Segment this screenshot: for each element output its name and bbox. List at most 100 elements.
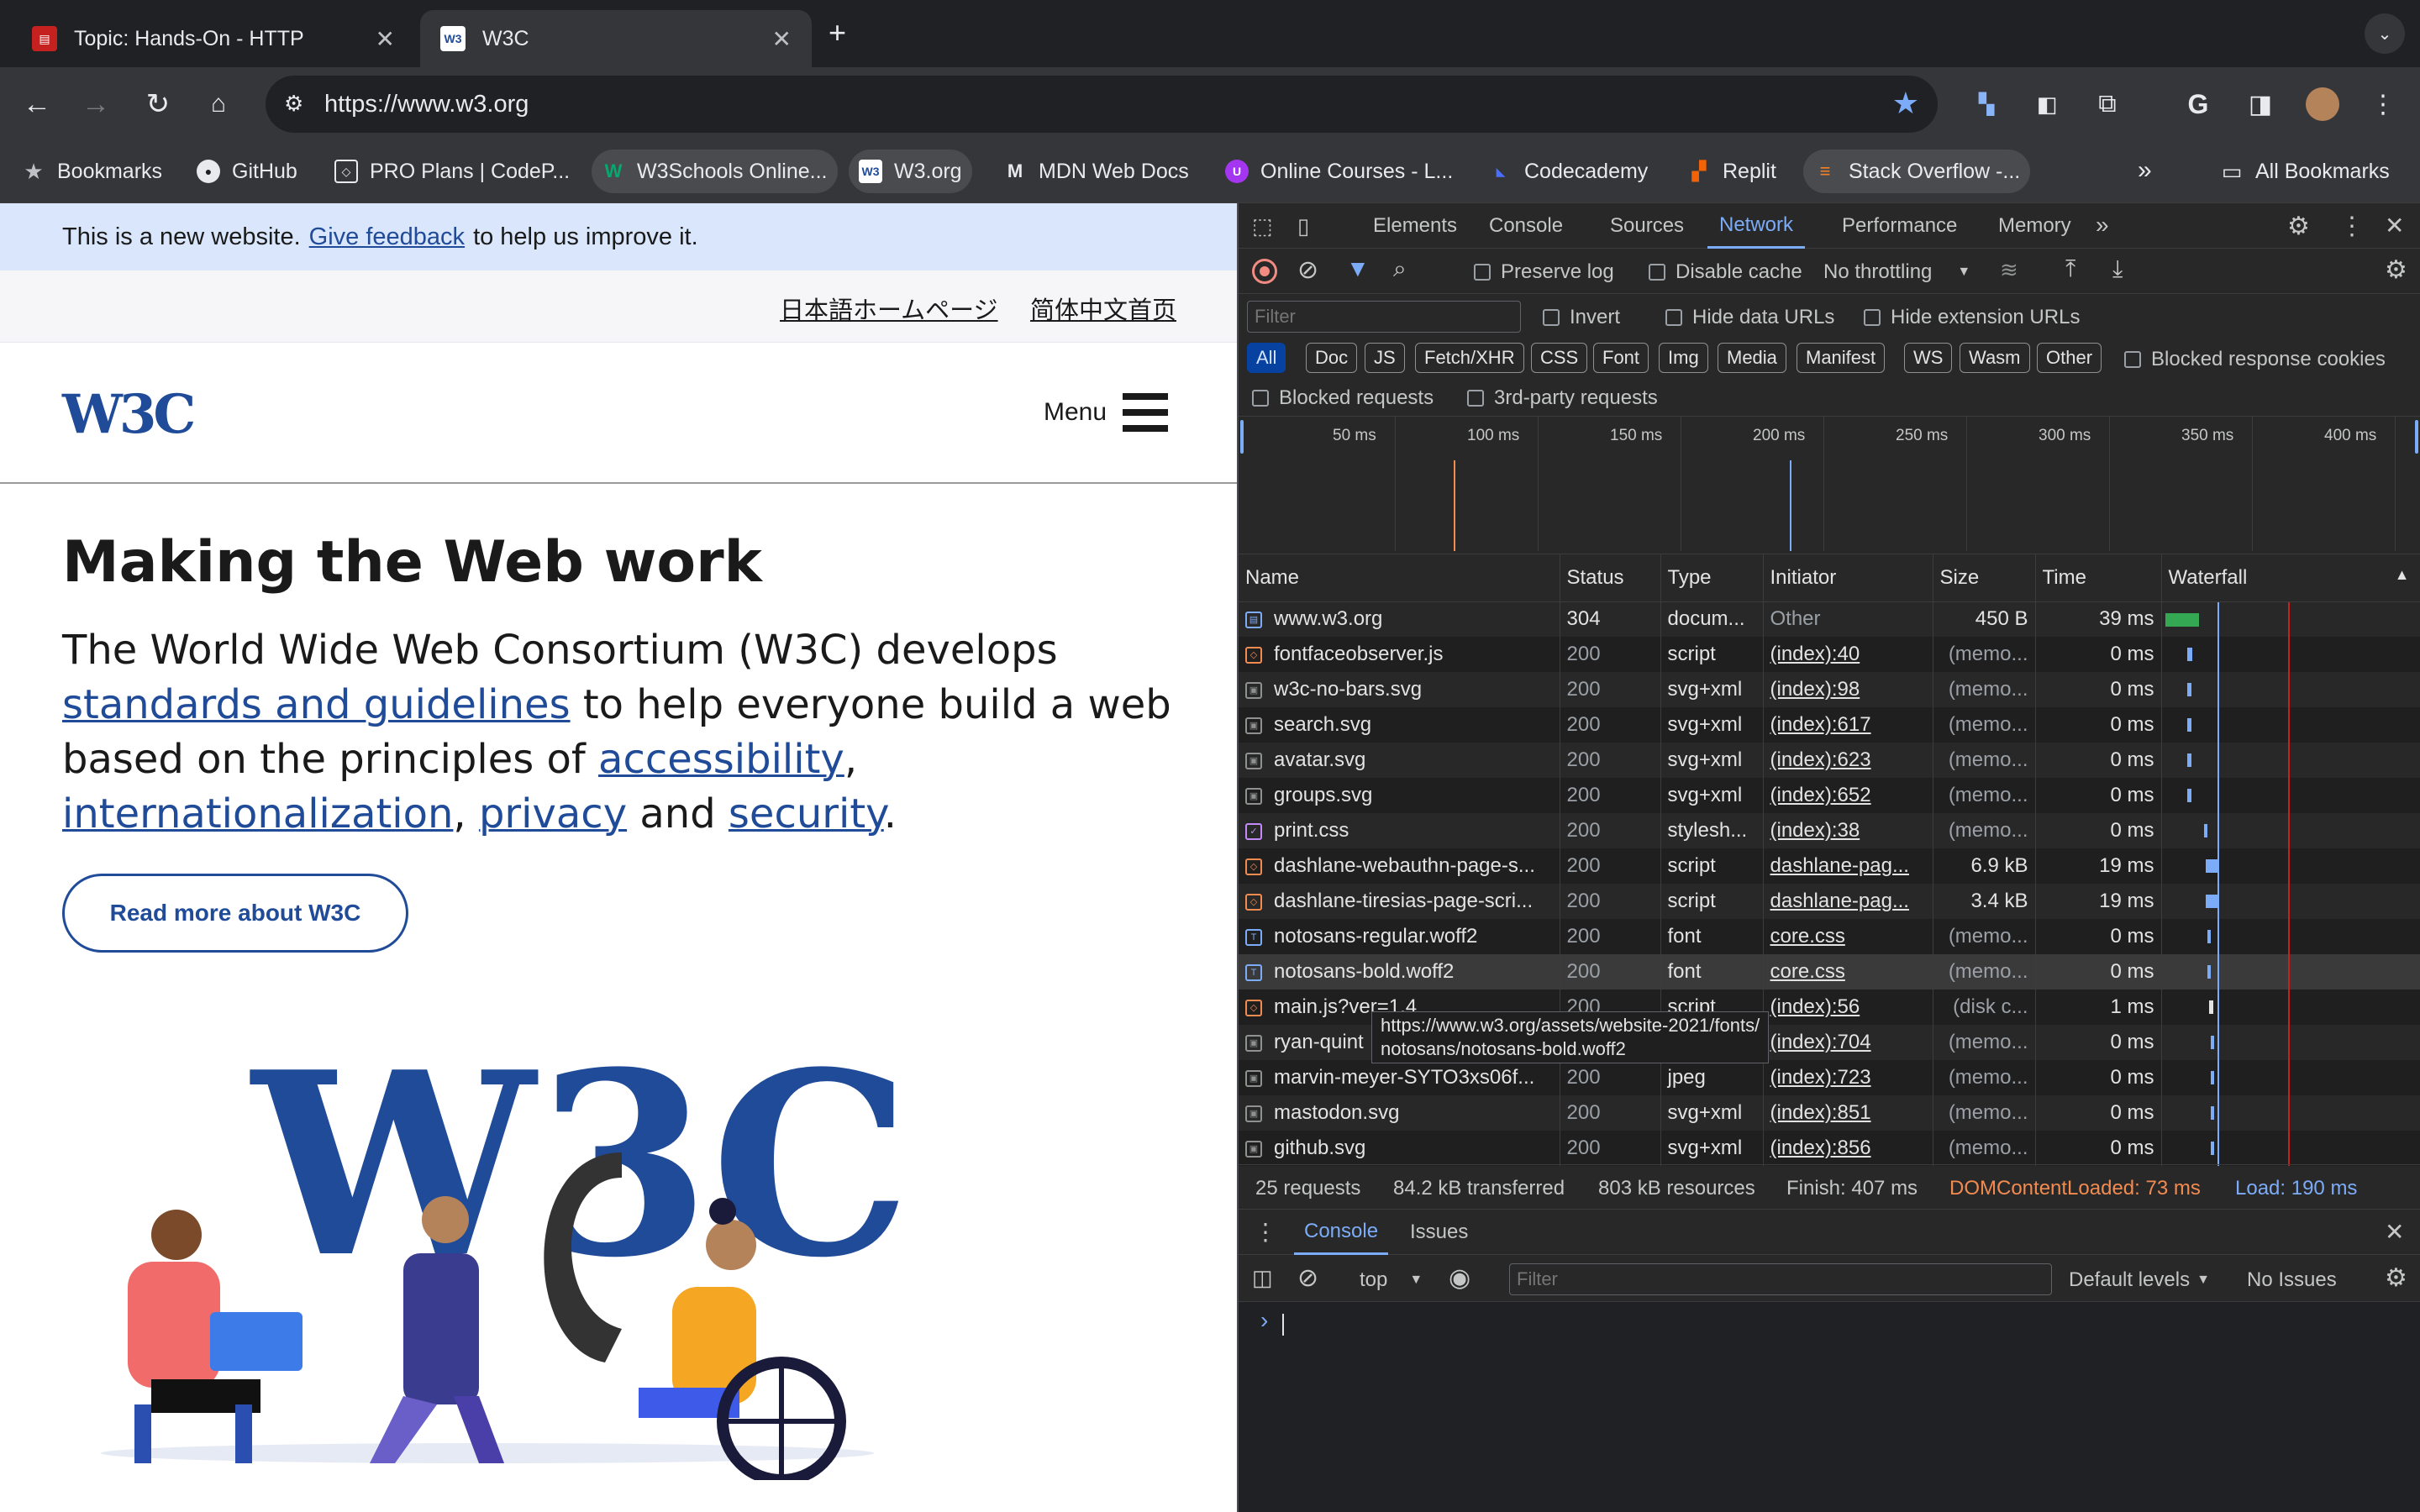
tab-memory[interactable]: Memory (1998, 203, 2071, 249)
filter-js[interactable]: JS (1365, 343, 1405, 373)
bookmark-item[interactable]: ● GitHub (187, 150, 308, 193)
col-waterfall[interactable]: Waterfall ▲ (2161, 554, 2420, 602)
w3c-logo[interactable]: W3C (62, 383, 196, 446)
filter-other[interactable]: Other (2037, 343, 2102, 373)
more-tabs-icon[interactable]: » (2096, 212, 2109, 239)
cell-initiator[interactable]: (index):56 (1763, 990, 1933, 1025)
cell-name[interactable]: Tnotosans-bold.woff2 (1239, 954, 1560, 990)
filter-manifest[interactable]: Manifest (1797, 343, 1886, 373)
tab-w3c[interactable]: W3 W3C ✕ (420, 10, 812, 67)
cell-initiator[interactable]: (index):38 (1763, 813, 1933, 848)
filter-fetch[interactable]: Fetch/XHR (1415, 343, 1524, 373)
col-type[interactable]: Type (1660, 554, 1764, 602)
drawer-tab-console[interactable]: Console (1294, 1210, 1389, 1255)
tab-performance[interactable]: Performance (1842, 203, 1957, 249)
japanese-homepage-link[interactable]: 日本語ホームページ (780, 291, 998, 326)
cell-initiator[interactable]: (index):704 (1763, 1025, 1933, 1060)
search-icon[interactable]: ⌕ (1393, 255, 1407, 283)
range-handle-right[interactable] (2415, 420, 2418, 454)
table-row[interactable]: ▣ marvin-meyer-SYTO3xs06f... 200 jpeg (index… (1239, 1060, 2420, 1095)
cell-name[interactable]: ◇ dashlane-tiresias-page-scri... (1239, 884, 1560, 919)
device-toolbar-icon[interactable]: ▯ (1297, 213, 1309, 239)
bookmark-item[interactable]: U Online Courses - L... (1215, 150, 1463, 193)
table-row[interactable]: ◇ fontfaceobserver.js 200 script (index):40(… (1239, 637, 2420, 672)
range-handle-left[interactable] (1240, 420, 1244, 454)
table-row[interactable]: ▣ w3c-no-bars.svg 200 svg+xml (index):98 (mem… (1239, 672, 2420, 707)
col-status[interactable]: Status (1560, 554, 1661, 602)
bookmark-item[interactable]: ◣ Codecademy (1479, 150, 1658, 193)
disable-cache-checkbox[interactable]: Disable cache (1649, 260, 1802, 284)
cell-name[interactable]: ◇ fontfaceobserver.js (1239, 637, 1560, 672)
cell-name[interactable]: ▣ groups.svg (1239, 778, 1560, 813)
cell-name[interactable]: Tnotosans-regular.woff2 (1239, 919, 1560, 954)
tab-console[interactable]: Console (1489, 203, 1563, 249)
hide-extension-urls-checkbox[interactable]: Hide extension URLs (1864, 306, 2080, 329)
filter-wasm[interactable]: Wasm (1960, 343, 2030, 373)
table-row[interactable]: ▣ mastodon.svg 200 svg+xml (index):851 (memo.… (1239, 1095, 2420, 1131)
cell-initiator[interactable]: dashlane-pag... (1763, 848, 1933, 884)
cell-initiator[interactable]: (index):40 (1763, 637, 1933, 672)
cell-initiator[interactable]: (index):623 (1763, 743, 1933, 778)
security-link[interactable]: security (729, 790, 884, 837)
menu-label[interactable]: Menu (1044, 398, 1107, 427)
table-row[interactable]: ▣ avatar.svg 200 svg+xml (index):623 (memo...… (1239, 743, 2420, 778)
bookmark-item[interactable]: W3 W3.org (849, 150, 972, 193)
filter-img[interactable]: Img (1659, 343, 1708, 373)
filter-funnel-icon[interactable]: ▼ (1346, 255, 1370, 282)
more-bookmarks-icon[interactable]: » (2138, 156, 2152, 185)
extensions-puzzle-icon[interactable]: ⧉ (2086, 82, 2129, 126)
bookmark-item[interactable]: ≡ Stack Overflow -... (1803, 150, 2031, 193)
cell-name[interactable]: ✓ print.css (1239, 813, 1560, 848)
close-tab-icon[interactable]: ✕ (376, 25, 395, 53)
site-info-icon[interactable]: ⚙ (284, 91, 303, 117)
extension-icon[interactable]: ▚ (1965, 82, 2008, 126)
privacy-link[interactable]: privacy (479, 790, 627, 837)
throttling-select[interactable]: No throttling ▼ (1823, 260, 1970, 284)
cell-name[interactable]: ▣ github.svg (1239, 1131, 1560, 1166)
devtools-menu-icon[interactable]: ⋮ (2339, 212, 2365, 241)
cell-name[interactable]: ▣ marvin-meyer-SYTO3xs06f... (1239, 1060, 1560, 1095)
settings-gear-icon[interactable]: ⚙ (2287, 212, 2310, 241)
col-size[interactable]: Size (1933, 554, 2036, 602)
table-row[interactable]: Tnotosans-bold.woff2 200 font core.css (memo… (1239, 954, 2420, 990)
cell-initiator[interactable]: (index):617 (1763, 707, 1933, 743)
third-party-checkbox[interactable]: 3rd-party requests (1467, 386, 1658, 410)
tab-elements[interactable]: Elements (1373, 203, 1457, 249)
tab-search-icon[interactable]: ⌄ (2365, 13, 2405, 54)
bookmark-star-icon[interactable]: ★ (1892, 86, 1919, 121)
col-name[interactable]: Name (1239, 554, 1560, 602)
blocked-cookies-checkbox[interactable]: Blocked response cookies (2124, 348, 2386, 371)
back-icon[interactable]: ← (15, 82, 59, 126)
issues-count[interactable]: No Issues (2247, 1268, 2337, 1292)
hamburger-menu-icon[interactable] (1123, 393, 1168, 433)
table-row[interactable]: ✓ print.css 200 stylesh... (index):38 (memo..… (1239, 813, 2420, 848)
cell-initiator[interactable]: dashlane-pag... (1763, 884, 1933, 919)
cell-name[interactable]: ▣ w3c-no-bars.svg (1239, 672, 1560, 707)
close-tab-icon[interactable]: ✕ (772, 25, 792, 53)
cell-name[interactable]: ▣ search.svg (1239, 707, 1560, 743)
standards-link[interactable]: standards and guidelines (62, 681, 571, 728)
context-select[interactable]: top ▼ (1360, 1268, 1423, 1292)
import-har-icon[interactable]: ⤒ (2065, 255, 2075, 283)
log-levels-select[interactable]: Default levels ▼ (2069, 1268, 2210, 1292)
url-text[interactable]: https://www.w3.org (324, 91, 529, 118)
cell-name[interactable]: ▣ mastodon.svg (1239, 1095, 1560, 1131)
console-filter-input[interactable] (1509, 1263, 2052, 1295)
tab-sources[interactable]: Sources (1610, 203, 1684, 249)
side-panel-icon[interactable]: ◨ (2238, 82, 2282, 126)
cell-name[interactable]: ▤ www.w3.org (1239, 601, 1560, 637)
table-row[interactable]: Tnotosans-regular.woff2 200 font core.css (m… (1239, 919, 2420, 954)
record-icon[interactable] (1252, 259, 1277, 284)
clear-icon[interactable]: ⊘ (1297, 255, 1318, 285)
filter-input[interactable] (1247, 301, 1521, 333)
close-drawer-icon[interactable]: ✕ (2385, 1218, 2404, 1246)
address-bar[interactable]: ⚙ https://www.w3.org ★ (266, 76, 1938, 133)
live-expression-eye-icon[interactable]: ◉ (1449, 1263, 1470, 1293)
table-row[interactable]: ▣ github.svg 200 svg+xml (index):856 (memo...… (1239, 1131, 2420, 1166)
filter-ws[interactable]: WS (1904, 343, 1953, 373)
cell-initiator[interactable]: (index):652 (1763, 778, 1933, 813)
bookmark-item[interactable]: ★ Bookmarks (12, 150, 172, 193)
cell-initiator[interactable]: (index):723 (1763, 1060, 1933, 1095)
preserve-log-checkbox[interactable]: Preserve log (1474, 260, 1614, 284)
hide-data-urls-checkbox[interactable]: Hide data URLs (1665, 306, 1834, 329)
